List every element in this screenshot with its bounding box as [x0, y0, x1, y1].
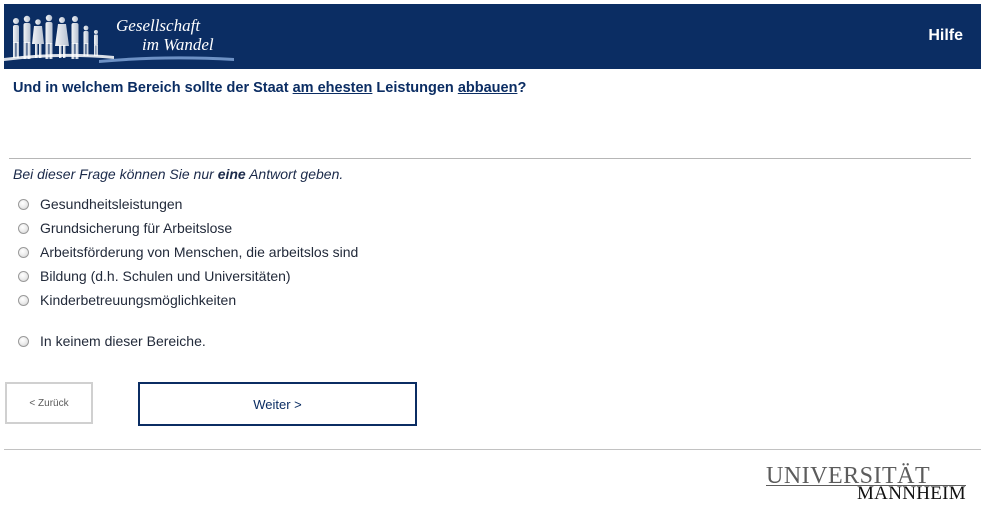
instruction-part1: Bei dieser Frage können Sie nur	[13, 166, 218, 182]
logo-text-line2: im Wandel	[142, 35, 214, 54]
answer-option-label: Gesundheitsleistungen	[40, 196, 183, 212]
university-logo-line2: MANNHEIM	[856, 483, 966, 504]
footer-divider	[4, 449, 981, 450]
answer-option-label: Bildung (d.h. Schulen und Universitäten)	[40, 268, 291, 284]
radio-button[interactable]	[18, 246, 29, 258]
instruction-emphasis: eine	[217, 166, 246, 182]
question-emphasis-most: am ehesten	[292, 80, 373, 96]
answer-option-employment-support[interactable]: Arbeitsförderung von Menschen, die arbei…	[18, 243, 358, 261]
question-part2: Leistungen	[372, 80, 458, 96]
instruction-text: Bei dieser Frage können Sie nur eine Ant…	[13, 166, 343, 182]
radio-button[interactable]	[18, 222, 29, 234]
answer-option-education[interactable]: Bildung (d.h. Schulen und Universitäten)	[18, 267, 291, 285]
radio-button[interactable]	[18, 294, 29, 306]
logo-text: Gesellschaft im Wandel	[116, 16, 214, 54]
back-button[interactable]: < Zurück	[5, 382, 93, 424]
question-divider	[9, 158, 971, 159]
header-bar: Gesellschaft im Wandel Hilfe	[4, 4, 981, 69]
answer-option-childcare[interactable]: Kinderbetreuungsmöglichkeiten	[18, 291, 236, 309]
radio-button[interactable]	[18, 198, 29, 210]
instruction-part2: Antwort geben.	[245, 166, 344, 182]
radio-button[interactable]	[18, 270, 29, 282]
question-text: Und in welchem Bereich sollte der Staat …	[13, 80, 526, 96]
answer-option-basic-income[interactable]: Grundsicherung für Arbeitslose	[18, 219, 232, 237]
radio-button[interactable]	[18, 335, 29, 347]
answer-option-health[interactable]: Gesundheitsleistungen	[18, 195, 182, 213]
next-button[interactable]: Weiter >	[138, 382, 417, 426]
survey-logo: Gesellschaft im Wandel	[4, 4, 239, 69]
answer-option-label: Arbeitsförderung von Menschen, die arbei…	[40, 244, 359, 260]
question-part3: ?	[517, 80, 527, 96]
logo-text-line1: Gesellschaft	[116, 16, 201, 35]
question-emphasis-reduce: abbauen	[457, 80, 518, 96]
help-link[interactable]: Hilfe	[928, 27, 963, 45]
answer-option-none[interactable]: In keinem dieser Bereiche.	[18, 332, 206, 350]
question-part1: Und in welchem Bereich sollte der Staat	[13, 80, 293, 96]
university-logo: UNIVERSITÄT MANNHEIM	[766, 464, 966, 504]
answer-option-label: Kinderbetreuungsmöglichkeiten	[40, 292, 237, 308]
answer-option-label: In keinem dieser Bereiche.	[40, 333, 206, 349]
answer-option-label: Grundsicherung für Arbeitslose	[40, 220, 233, 236]
